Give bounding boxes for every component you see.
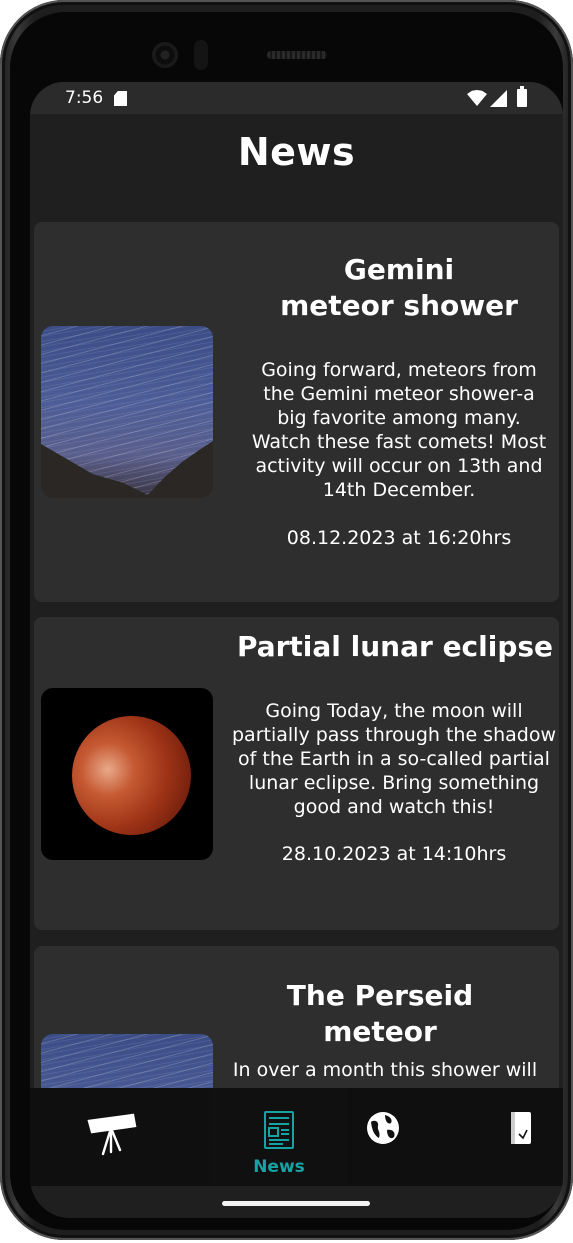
news-card[interactable]: Gemini meteor shower Going forward, mete…	[34, 222, 559, 602]
perseid-meteor-image	[41, 1034, 213, 1090]
nav-telescope[interactable]	[44, 1088, 182, 1186]
telescope-icon	[87, 1113, 137, 1156]
card-title: Gemini meteor shower	[280, 253, 518, 322]
battery-icon	[517, 86, 527, 107]
phone-frame: 7:56 News Gemini meteor shower Going for…	[0, 0, 573, 1240]
lunar-eclipse-image	[41, 688, 213, 860]
red-moon	[72, 716, 191, 835]
card-date: 08.12.2023 at 16:20hrs	[286, 527, 512, 549]
card-body: In over a month this shower will	[232, 1059, 538, 1081]
mountain-silhouette	[41, 441, 213, 498]
front-camera	[152, 42, 178, 68]
phone-bezel: 7:56 News Gemini meteor shower Going for…	[10, 12, 563, 1230]
nav-notebook[interactable]	[452, 1088, 563, 1186]
card-date: 28.10.2023 at 14:10hrs	[281, 843, 507, 865]
card-body: Going Today, the moon will partially pas…	[232, 700, 556, 818]
home-indicator[interactable]	[222, 1201, 370, 1206]
app-screen: 7:56 News Gemini meteor shower Going for…	[30, 82, 563, 1218]
nav-globe[interactable]	[314, 1088, 452, 1186]
sd-card-icon	[114, 91, 127, 106]
card-title: Partial lunar eclipse	[236, 630, 554, 663]
news-card[interactable]: The Perseid meteor In over a month this …	[34, 946, 559, 1090]
page-title: News	[237, 130, 356, 174]
news-feed[interactable]: Gemini meteor shower Going forward, mete…	[30, 222, 563, 1090]
bottom-navigation: News	[30, 1088, 563, 1186]
meteor-shower-image	[41, 326, 213, 498]
proximity-sensor	[194, 40, 208, 70]
status-bar: 7:56	[30, 82, 563, 114]
news-card[interactable]: Partial lunar eclipse Going Today, the m…	[34, 617, 559, 930]
notebook-icon	[511, 1112, 531, 1144]
signal-icon	[490, 90, 507, 107]
status-time: 7:56	[65, 88, 104, 108]
card-body: Going forward, meteors from the Gemini m…	[251, 359, 547, 501]
wifi-icon	[467, 90, 487, 106]
card-title: The Perseid meteor	[286, 979, 474, 1048]
earpiece-speaker	[267, 51, 327, 59]
newspaper-icon	[264, 1111, 294, 1149]
globe-icon	[367, 1112, 399, 1144]
